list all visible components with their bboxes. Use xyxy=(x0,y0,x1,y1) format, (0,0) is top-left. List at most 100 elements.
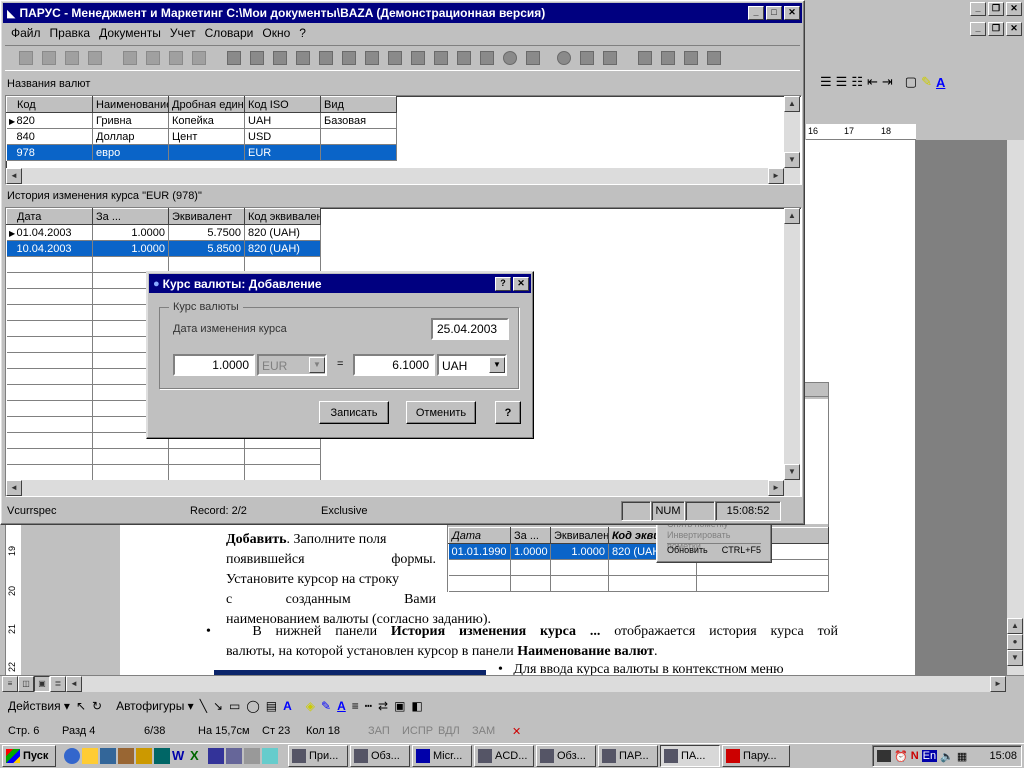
col-header-iso[interactable]: Код ISO xyxy=(244,96,321,113)
scroll-left-icon[interactable]: ◄ xyxy=(6,168,22,184)
start-button[interactable]: Пуск xyxy=(2,745,56,767)
tb-tool-9-icon[interactable] xyxy=(407,47,429,69)
task-item[interactable]: При... xyxy=(288,745,348,767)
menu-accounting[interactable]: Учет xyxy=(170,26,196,40)
font-color-icon[interactable]: A xyxy=(936,75,945,90)
quicklaunch-app5-icon[interactable] xyxy=(136,748,152,764)
task-item[interactable]: ACD... xyxy=(474,745,534,767)
close-icon[interactable]: ✕ xyxy=(513,276,529,291)
tb-tool-5-icon[interactable] xyxy=(315,47,337,69)
scroll-down-icon[interactable]: ▼ xyxy=(784,152,800,168)
chevron-down-icon[interactable]: ▼ xyxy=(489,357,505,373)
line-style-icon[interactable]: ≡ xyxy=(352,699,359,713)
task-item[interactable]: Micr... xyxy=(412,745,472,767)
restore-icon[interactable]: ❐ xyxy=(988,2,1004,16)
task-item[interactable]: Обз... xyxy=(350,745,410,767)
help-icon[interactable]: ? xyxy=(495,276,511,291)
tb-tool-11-icon[interactable] xyxy=(453,47,475,69)
tb-globe-icon[interactable] xyxy=(553,47,575,69)
view-normal-icon[interactable]: ≡ xyxy=(2,676,18,692)
bulleted-list-icon[interactable]: ☷ xyxy=(851,74,863,90)
task-item[interactable]: Пару... xyxy=(722,745,790,767)
line-color-icon[interactable]: ✎ xyxy=(321,699,331,713)
tb-calculator-icon[interactable] xyxy=(634,47,656,69)
align-justify-icon[interactable]: ☰ xyxy=(820,74,832,90)
spelling-status-icon[interactable]: ✕ xyxy=(512,725,521,738)
tb-print-icon[interactable] xyxy=(165,47,187,69)
menu-window[interactable]: Окно xyxy=(262,26,290,40)
quicklaunch-word-icon[interactable]: W xyxy=(172,748,188,764)
tray-mail-icon[interactable] xyxy=(877,750,891,762)
oval-icon[interactable]: ◯ xyxy=(246,699,259,713)
tb-tool-3-icon[interactable] xyxy=(269,47,291,69)
vscroll[interactable]: ▲ ▼ xyxy=(784,96,800,168)
select-arrow-icon[interactable]: ↖ xyxy=(76,699,86,713)
minimize-icon[interactable]: _ xyxy=(970,22,986,36)
tb-tool-7-icon[interactable] xyxy=(361,47,383,69)
indent-icon[interactable]: ⇥ xyxy=(882,74,893,90)
restore-icon[interactable]: ❐ xyxy=(988,22,1004,36)
view-layout-icon[interactable]: ▣ xyxy=(34,676,50,692)
tray-alarm-icon[interactable]: ⏰ xyxy=(894,750,908,763)
scroll-up-icon[interactable]: ▲ xyxy=(784,96,800,112)
col-header-equivalent[interactable]: Эквивалент xyxy=(168,208,245,225)
tray-language[interactable]: En xyxy=(921,750,938,762)
menu-dictionaries[interactable]: Словари xyxy=(205,26,254,40)
scroll-thumb[interactable] xyxy=(1007,200,1024,216)
col-header-code[interactable]: Код xyxy=(6,96,93,113)
tb-tool-8-icon[interactable] xyxy=(384,47,406,69)
ctx-item-invert[interactable]: Инвертировать пометки xyxy=(667,530,761,551)
fill-color-icon[interactable]: ◈ xyxy=(306,699,315,713)
menu-help[interactable]: ? xyxy=(299,26,306,40)
tray-volume-icon[interactable]: 🔈 xyxy=(940,750,954,763)
scroll-up-icon[interactable]: ▲ xyxy=(784,208,800,224)
save-button[interactable]: Записать xyxy=(319,401,389,424)
maximize-icon[interactable]: □ xyxy=(766,6,782,20)
quicklaunch-desktop-icon[interactable] xyxy=(100,748,116,764)
tray-network-icon[interactable]: ▦ xyxy=(957,750,967,763)
highlight-icon[interactable]: ✎ xyxy=(921,74,932,90)
tb-delete-icon[interactable] xyxy=(84,47,106,69)
tb-tool-12-icon[interactable] xyxy=(476,47,498,69)
quicklaunch-app9-icon[interactable] xyxy=(208,748,224,764)
tb-tool-6-icon[interactable] xyxy=(338,47,360,69)
scroll-right-icon[interactable]: ► xyxy=(768,168,784,184)
col-header-date[interactable]: Дата xyxy=(6,208,93,225)
scroll-down-icon[interactable]: ▼ xyxy=(784,464,800,480)
table-row-selected[interactable]: 978 евро EUR xyxy=(6,144,397,161)
arrow-icon[interactable]: ↘ xyxy=(213,699,223,713)
minimize-icon[interactable]: _ xyxy=(748,6,764,20)
arrow-style-icon[interactable]: ⇄ xyxy=(378,699,388,713)
help-button[interactable]: ? xyxy=(495,401,521,424)
next-page-icon[interactable]: ▼ xyxy=(1007,650,1023,666)
table-row-selected[interactable]: 10.04.2003 1.0000 5.8500 820 (UAH) xyxy=(6,240,321,257)
col-header-eq-code[interactable]: Код эквивален xyxy=(244,208,321,225)
task-item[interactable]: Обз... xyxy=(536,745,596,767)
vscroll[interactable]: ▲ ▼ xyxy=(784,208,800,480)
quicklaunch-excel-icon[interactable]: X xyxy=(190,748,206,764)
close-icon[interactable]: ✕ xyxy=(1006,22,1022,36)
tb-clock-icon[interactable] xyxy=(499,47,521,69)
hscroll[interactable]: ◄ ► xyxy=(6,480,800,496)
tb-find-icon[interactable] xyxy=(142,47,164,69)
quicklaunch-app10-icon[interactable] xyxy=(226,748,242,764)
tb-tool-2-icon[interactable] xyxy=(246,47,268,69)
menu-documents[interactable]: Документы xyxy=(99,26,161,40)
amount-input[interactable]: 1.0000 xyxy=(173,354,255,376)
tb-window-icon[interactable] xyxy=(680,47,702,69)
3d-icon[interactable]: ◧ xyxy=(411,699,422,713)
col-header-kind[interactable]: Вид xyxy=(320,96,397,113)
tb-edit-icon[interactable] xyxy=(61,47,83,69)
menu-file[interactable]: Файл xyxy=(11,26,41,40)
table-row[interactable]: 01.04.2003 1.0000 5.7500 820 (UAH) xyxy=(6,224,321,241)
tb-tool-16-icon[interactable] xyxy=(576,47,598,69)
task-item-active[interactable]: ПА... xyxy=(660,745,720,767)
shadow-icon[interactable]: ▣ xyxy=(394,699,405,713)
font-color-icon[interactable]: A xyxy=(337,699,346,713)
table-row[interactable]: 840 Доллар Цент USD xyxy=(6,128,397,145)
view-web-icon[interactable]: ◫ xyxy=(18,676,34,692)
currency-to-select[interactable]: UAH ▼ xyxy=(437,354,507,376)
status-ovr[interactable]: ЗАМ xyxy=(472,725,512,737)
quicklaunch-ie-icon[interactable] xyxy=(64,748,80,764)
col-header-per[interactable]: За ... xyxy=(92,208,169,225)
